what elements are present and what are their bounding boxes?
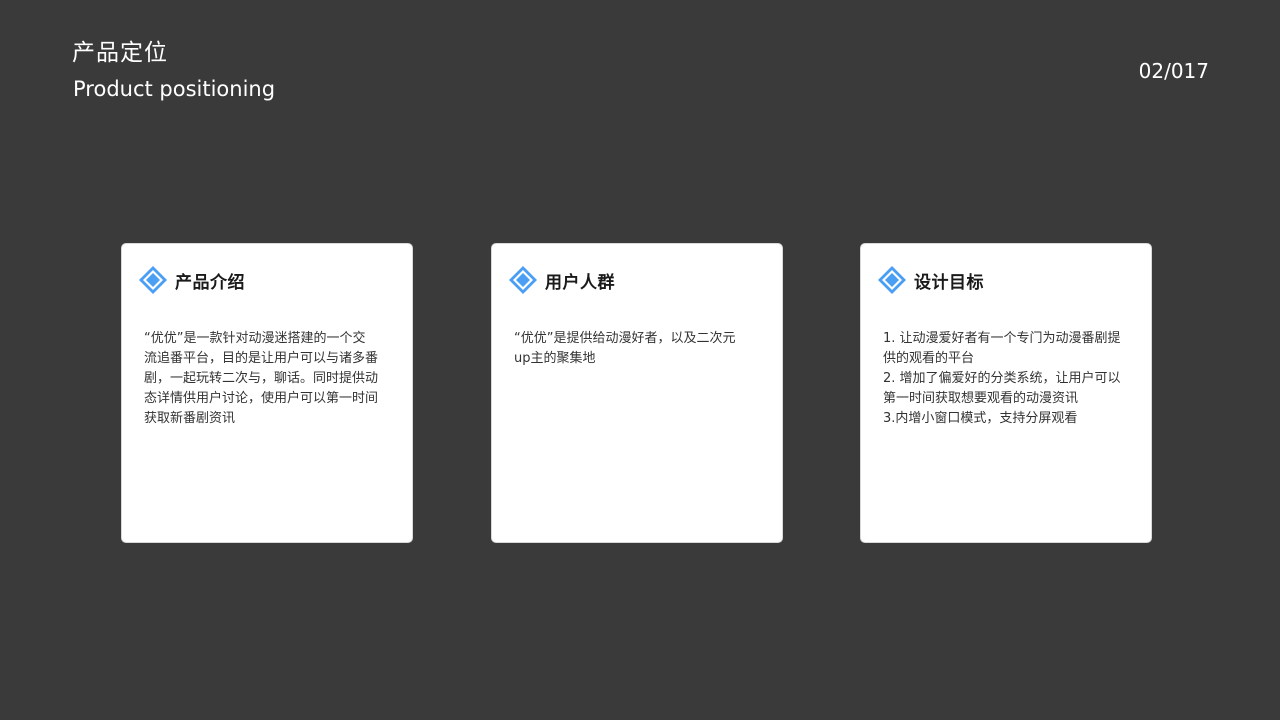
- card-body-line: “优优”是提供给动漫好者，以及二次元: [514, 331, 736, 346]
- card-header: 用户人群: [508, 265, 615, 295]
- card-body-line: 供的观看的平台: [883, 351, 975, 366]
- page-subtitle: Product positioning: [73, 77, 276, 101]
- card-title: 设计目标: [914, 272, 984, 293]
- diamond-icon: [878, 266, 906, 294]
- card-body-line: 1. 让动漫爱好者有一个专门为动漫番剧提: [883, 331, 1121, 346]
- card-body-line: 第一时间获取想要观看的动漫资讯: [883, 391, 1079, 406]
- card-body-line: 3.内增小窗口模式，支持分屏观看: [883, 411, 1078, 426]
- card-body-line: 2. 增加了偏爱好的分类系统，让用户可以: [883, 371, 1121, 386]
- card-product-intro: 产品介绍 “优优”是一款针对动漫迷搭建的一个交 流追番平台，目的是让用户可以与诸…: [121, 243, 413, 543]
- card-title: 用户人群: [545, 272, 615, 293]
- card-title: 产品介绍: [175, 272, 245, 293]
- card-body-line: 态详情供用户讨论，使用户可以第一时间: [144, 391, 379, 406]
- diamond-icon: [509, 266, 537, 294]
- card-header: 设计目标: [877, 265, 984, 295]
- card-body: 1. 让动漫爱好者有一个专门为动漫番剧提 供的观看的平台 2. 增加了偏爱好的分…: [883, 329, 1133, 429]
- card-user-group: 用户人群 “优优”是提供给动漫好者，以及二次元 up主的聚集地: [491, 243, 783, 543]
- page-title: 产品定位: [72, 40, 168, 66]
- diamond-icon: [139, 266, 167, 294]
- card-body-line: 流追番平台，目的是让用户可以与诸多番: [144, 351, 379, 366]
- card-body-line: 剧，一起玩转二次与，聊话。同时提供动: [144, 371, 379, 386]
- card-body-line: “优优”是一款针对动漫迷搭建的一个交: [144, 331, 366, 346]
- card-body-line: 获取新番剧资讯: [144, 411, 236, 426]
- card-body: “优优”是提供给动漫好者，以及二次元 up主的聚集地: [514, 329, 764, 369]
- page-counter: 02/017: [1138, 59, 1209, 83]
- card-header: 产品介绍: [138, 265, 245, 295]
- card-design-goals: 设计目标 1. 让动漫爱好者有一个专门为动漫番剧提 供的观看的平台 2. 增加了…: [860, 243, 1152, 543]
- card-body: “优优”是一款针对动漫迷搭建的一个交 流追番平台，目的是让用户可以与诸多番 剧，…: [144, 329, 394, 429]
- card-body-line: up主的聚集地: [514, 351, 596, 366]
